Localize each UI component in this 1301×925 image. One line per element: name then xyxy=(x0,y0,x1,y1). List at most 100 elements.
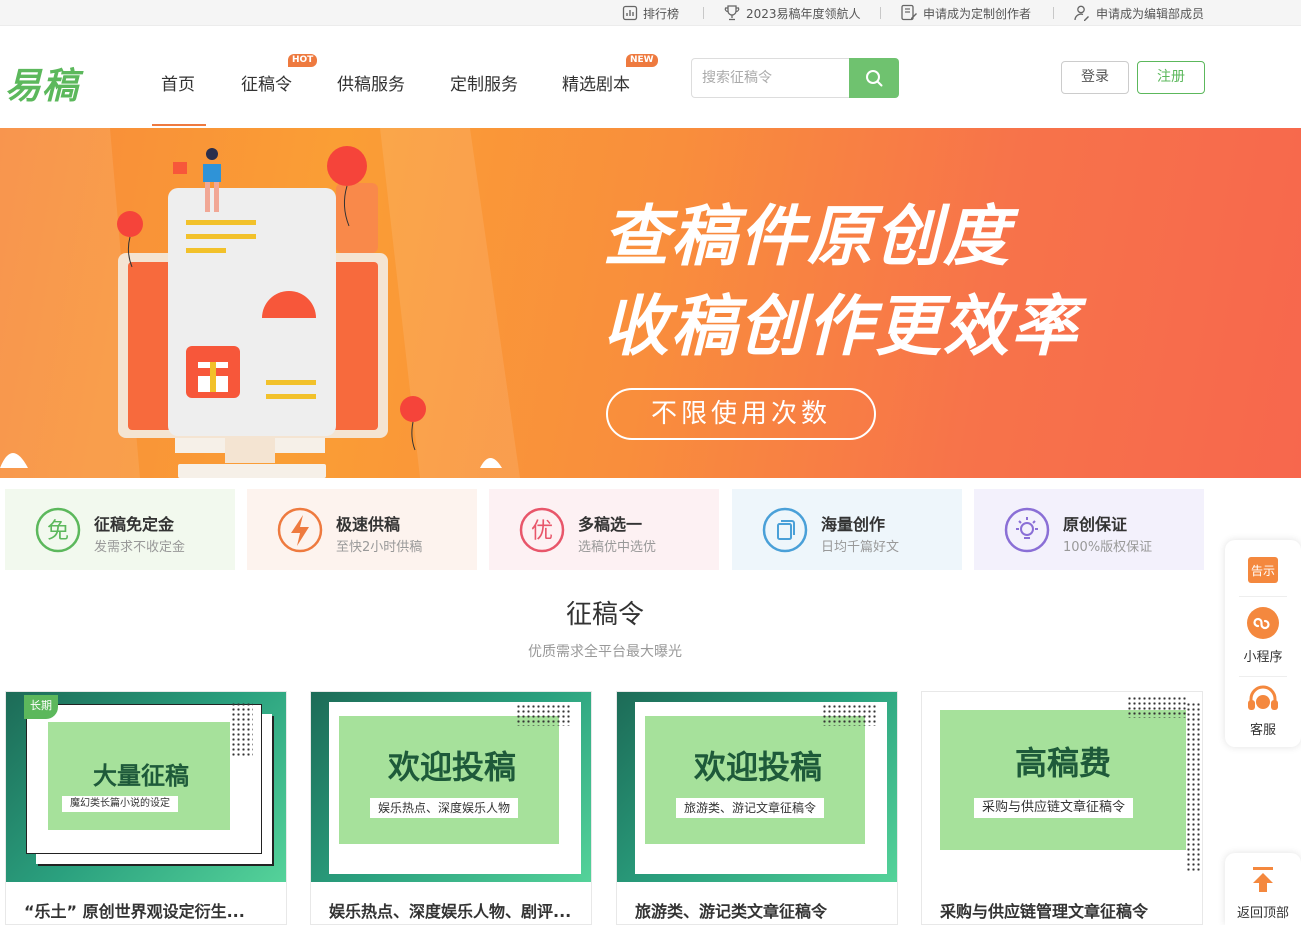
navigator-label: 2023易稿年度领航人 xyxy=(746,6,861,21)
apply-creator-link[interactable]: 申请成为定制创作者 xyxy=(900,0,1031,26)
feature-subtitle: 100%版权保证 xyxy=(1063,540,1153,555)
side-float-panel: 告示 小程序 客服 xyxy=(1225,540,1301,747)
apply-creator-label: 申请成为定制创作者 xyxy=(923,6,1032,21)
nav-active-indicator xyxy=(152,124,206,126)
card-title: 采购与供应链管理文章征稿令 xyxy=(940,902,1149,921)
trophy-icon xyxy=(724,5,740,21)
nav-custom-service[interactable]: 定制服务 xyxy=(450,70,518,95)
logo[interactable]: 易稿 xyxy=(5,57,79,109)
card-headline: 大量征稿 xyxy=(93,762,189,790)
navigator-link[interactable]: 2023易稿年度领航人 xyxy=(723,0,861,26)
nav-supply-service[interactable]: 供稿服务 xyxy=(337,70,405,95)
feature-subtitle: 选稿优中选优 xyxy=(578,540,657,555)
hero-banner[interactable]: 查稿件原创度 收稿创作更效率 不限使用次数 xyxy=(0,128,1301,478)
card-cover: 高稿费 采购与供应链文章征稿令 xyxy=(922,692,1202,882)
divider xyxy=(1239,676,1287,677)
banner-illustration xyxy=(0,128,520,478)
section-title: 征稿令 xyxy=(565,600,644,630)
document-edit-icon xyxy=(901,4,917,21)
feature-no-deposit[interactable]: 免 征稿免定金 发需求不收定金 xyxy=(5,489,235,570)
banner-headline-2: 收稿创作更效率 xyxy=(603,288,1079,365)
chart-icon xyxy=(622,5,638,21)
lightbulb-icon xyxy=(1004,507,1050,553)
customer-service-label: 客服 xyxy=(1249,723,1276,738)
customer-service-button[interactable]: 客服 xyxy=(1225,685,1301,738)
divider xyxy=(1053,7,1054,19)
notice-button[interactable]: 告示 xyxy=(1225,552,1301,588)
call-card[interactable]: 欢迎投稿 娱乐热点、深度娱乐人物 娱乐热点、深度娱乐人物、剧评... xyxy=(310,691,592,925)
search-icon xyxy=(866,70,883,87)
feature-title: 海量创作 xyxy=(821,515,886,534)
feature-mass-creation[interactable]: 海量创作 日均千篇好文 xyxy=(732,489,962,570)
card-headline: 高稿费 xyxy=(1014,744,1111,782)
card-cover: 大量征稿 魔幻类长篇小说的设定 长期 xyxy=(6,692,286,882)
headset-icon xyxy=(1248,685,1278,710)
top-bar: 排行榜 2023易稿年度领航人 申请成为定制创作者 申请成为编辑部成员 xyxy=(0,0,1301,26)
ranking-link[interactable]: 排行榜 xyxy=(622,0,679,26)
register-button[interactable]: 注册 xyxy=(1137,61,1205,94)
apply-editor-link[interactable]: 申请成为编辑部成员 xyxy=(1073,0,1204,26)
dot-pattern xyxy=(1127,696,1187,718)
feature-subtitle: 日均千篇好文 xyxy=(821,540,900,555)
feature-original-guarantee[interactable]: 原创保证 100%版权保证 xyxy=(974,489,1204,570)
card-title: “乐土” 原创世界观设定衍生... xyxy=(24,902,245,921)
nav-home[interactable]: 首页 xyxy=(161,70,195,95)
ranking-label: 排行榜 xyxy=(643,6,680,21)
divider xyxy=(703,7,704,19)
dot-pattern xyxy=(822,704,877,726)
dot-pattern xyxy=(231,702,253,757)
feature-title: 征稿免定金 xyxy=(94,515,175,534)
card-headline: 欢迎投稿 xyxy=(387,748,516,786)
card-tagline: 魔幻类长篇小说的设定 xyxy=(62,796,178,812)
svg-text:免: 免 xyxy=(47,519,69,544)
dot-pattern xyxy=(1186,702,1200,872)
card-tagline: 娱乐热点、深度娱乐人物 xyxy=(370,798,519,818)
card-cover: 欢迎投稿 旅游类、游记文章征稿令 xyxy=(617,692,897,882)
nav-featured-scripts[interactable]: 精选剧本 xyxy=(562,70,630,95)
card-tagline: 采购与供应链文章征稿令 xyxy=(974,798,1134,818)
miniprogram-label: 小程序 xyxy=(1243,650,1283,665)
svg-text:告示: 告示 xyxy=(1251,564,1275,578)
banner-cta-button[interactable]: 不限使用次数 xyxy=(606,388,876,440)
divider xyxy=(1239,596,1287,597)
new-badge: NEW xyxy=(626,54,658,67)
card-title: 旅游类、游记类文章征稿令 xyxy=(635,902,828,921)
notice-icon: 告示 xyxy=(1248,557,1278,583)
feature-subtitle: 至快2小时供稿 xyxy=(336,540,423,555)
divider xyxy=(880,7,881,19)
apply-editor-label: 申请成为编辑部成员 xyxy=(1096,6,1205,21)
miniprogram-button[interactable]: 小程序 xyxy=(1225,606,1301,665)
call-card[interactable]: 大量征稿 魔幻类长篇小说的设定 长期 “乐土” 原创世界观设定衍生... xyxy=(5,691,287,925)
search-input[interactable]: 搜索征稿令 xyxy=(691,58,851,98)
free-icon: 免 xyxy=(35,507,81,553)
feature-subtitle: 发需求不收定金 xyxy=(94,540,186,555)
card-cover: 欢迎投稿 娱乐热点、深度娱乐人物 xyxy=(311,692,591,882)
feature-fast-supply[interactable]: 极速供稿 至快2小时供稿 xyxy=(247,489,477,570)
feature-multi-choice[interactable]: 优 多稿选一 选稿优中选优 xyxy=(489,489,719,570)
documents-icon xyxy=(762,507,808,553)
arrow-up-icon xyxy=(1253,867,1273,892)
card-title: 娱乐热点、深度娱乐人物、剧评... xyxy=(329,902,572,921)
back-to-top-button[interactable]: 返回顶部 xyxy=(1225,853,1301,925)
card-tagline: 旅游类、游记文章征稿令 xyxy=(676,798,825,818)
call-card[interactable]: 欢迎投稿 旅游类、游记文章征稿令 旅游类、游记类文章征稿令 xyxy=(616,691,898,925)
svg-text:优: 优 xyxy=(531,519,553,544)
hot-badge: HOT xyxy=(288,54,318,67)
feature-title: 多稿选一 xyxy=(578,515,643,534)
long-term-badge: 长期 xyxy=(24,695,58,719)
header: 易稿 首页 征稿令 HOT 供稿服务 定制服务 精选剧本 NEW 搜索征稿令 登… xyxy=(0,27,1301,128)
miniprogram-icon xyxy=(1247,607,1279,639)
feature-title: 极速供稿 xyxy=(336,515,401,534)
back-to-top-label: 返回顶部 xyxy=(1236,906,1289,921)
user-edit-icon xyxy=(1074,5,1089,21)
dot-pattern xyxy=(516,704,571,726)
banner-headline-1: 查稿件原创度 xyxy=(603,198,1011,275)
lightning-icon xyxy=(277,507,323,553)
best-icon: 优 xyxy=(519,507,565,553)
section-subtitle: 优质需求全平台最大曝光 xyxy=(528,644,682,660)
card-headline: 欢迎投稿 xyxy=(693,748,822,786)
search-button[interactable] xyxy=(849,58,899,98)
call-card[interactable]: 高稿费 采购与供应链文章征稿令 采购与供应链管理文章征稿令 xyxy=(921,691,1203,925)
login-button[interactable]: 登录 xyxy=(1061,61,1129,94)
nav-call-for-papers[interactable]: 征稿令 xyxy=(241,70,292,95)
